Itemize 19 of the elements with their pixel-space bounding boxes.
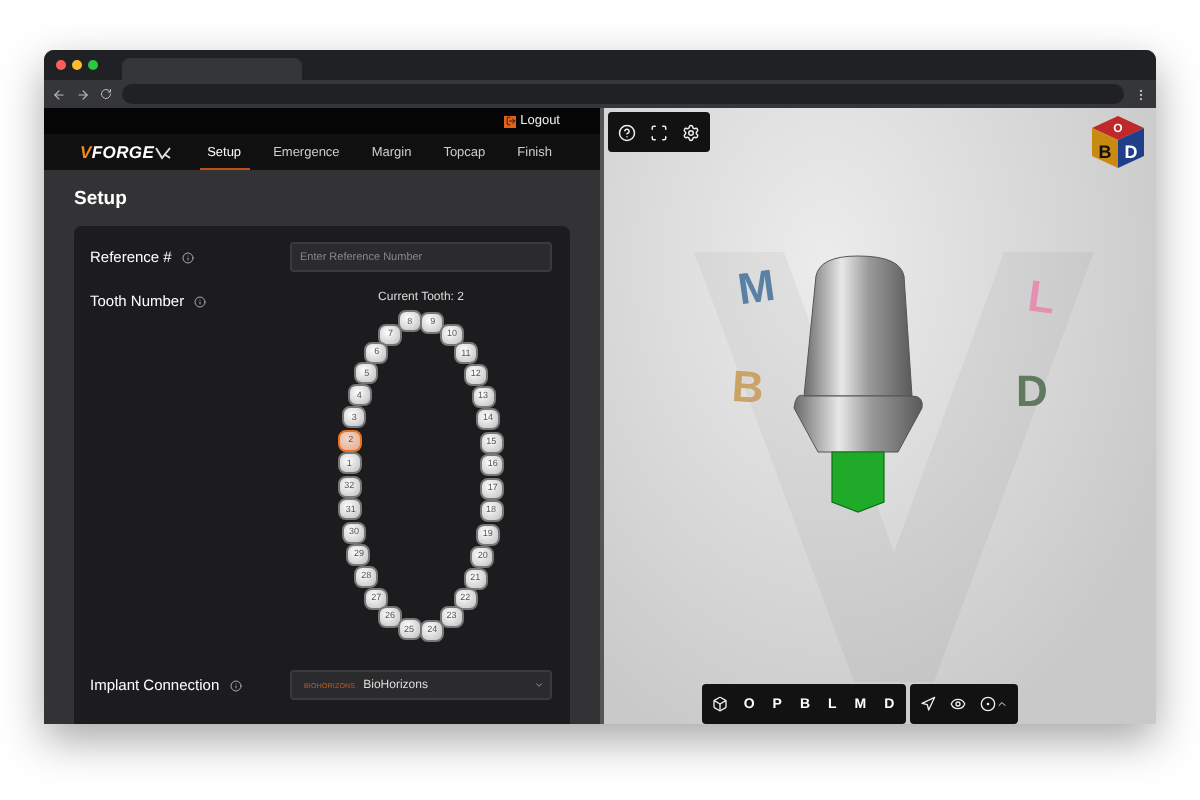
settings-icon[interactable] (678, 119, 704, 145)
orientation-letter: L (1024, 270, 1059, 326)
orientation-letter: D (1016, 366, 1048, 418)
forward-icon[interactable] (76, 87, 90, 101)
help-icon[interactable] (614, 119, 640, 145)
info-icon[interactable] (229, 679, 242, 691)
caret-icon (534, 680, 544, 690)
info-icon[interactable] (181, 251, 194, 263)
orientation-letter: M (734, 259, 779, 317)
app-logo: VFORGE (80, 142, 155, 162)
logo-mark-icon (154, 145, 173, 159)
reload-icon[interactable] (100, 88, 112, 100)
back-icon[interactable] (52, 87, 66, 101)
page-title: Setup (72, 186, 129, 214)
cube-icon[interactable] (707, 692, 732, 716)
navigation-icon[interactable] (916, 692, 941, 716)
orientation-letter: B (730, 360, 766, 416)
info-icon[interactable] (194, 295, 207, 307)
logout-icon (504, 115, 517, 127)
